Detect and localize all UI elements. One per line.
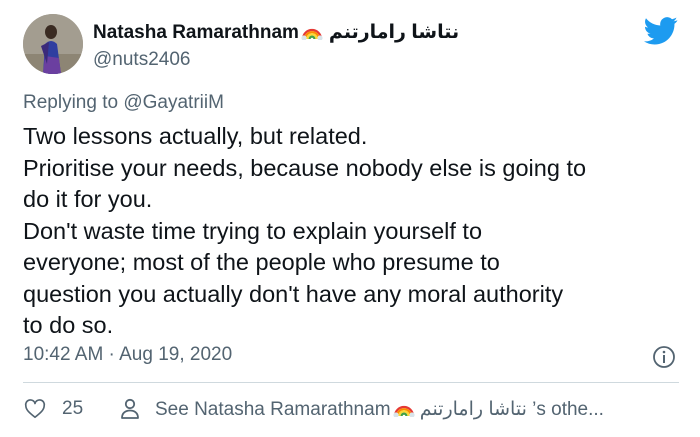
- tweet-line: to do so.: [23, 312, 114, 338]
- rainbow-emoji: [392, 399, 415, 423]
- see-prefix: See Natasha Ramarathnam: [155, 399, 391, 420]
- author-name-text[interactable]: Natasha Ramarathnam: [93, 22, 299, 43]
- see-arabic: نتاشا رامارتنم: [419, 399, 527, 420]
- tweet-timestamp[interactable]: 10:42 AM · Aug 19, 2020: [23, 344, 232, 366]
- heart-icon[interactable]: [24, 398, 46, 420]
- like-count[interactable]: 25: [62, 398, 83, 420]
- author-handle[interactable]: @nuts2406: [93, 49, 190, 71]
- divider: [23, 382, 679, 383]
- reply-prefix: Replying to: [23, 92, 119, 113]
- tweet-line: question you actually don't have any mor…: [23, 280, 564, 307]
- author-name[interactable]: Natasha Ramarathnam نتاشا رامارتنم: [93, 21, 459, 46]
- tweet-line: do it for you.: [23, 186, 153, 212]
- tweet-text: Two lessons actually, but related. Prior…: [23, 121, 688, 342]
- person-icon: [121, 398, 139, 419]
- tweet-line: Two lessons actually, but related.: [23, 123, 368, 149]
- see-suffix: ’s othe...: [532, 399, 604, 420]
- rainbow-emoji: [301, 22, 323, 46]
- author-name-arabic: نتاشا رامارتنم: [328, 22, 460, 43]
- action-bar: 25 See Natasha Ramarathnam نتاشا رامارتن…: [0, 395, 700, 425]
- see-other-tweets-link[interactable]: See Natasha Ramarathnam نتاشا رامارتنم ’…: [155, 398, 604, 423]
- reply-context: Replying to @GayatriiM: [23, 92, 224, 114]
- tweet-line: Prioritise your needs, because nobody el…: [23, 154, 587, 181]
- twitter-bird-icon[interactable]: [644, 16, 678, 46]
- tweet-line: Don't waste time trying to explain yours…: [23, 217, 483, 244]
- tweet-line: everyone; most of the people who presume…: [23, 249, 500, 275]
- reply-mention-link[interactable]: @GayatriiM: [123, 92, 224, 113]
- info-icon[interactable]: [652, 345, 676, 369]
- avatar[interactable]: [23, 14, 83, 74]
